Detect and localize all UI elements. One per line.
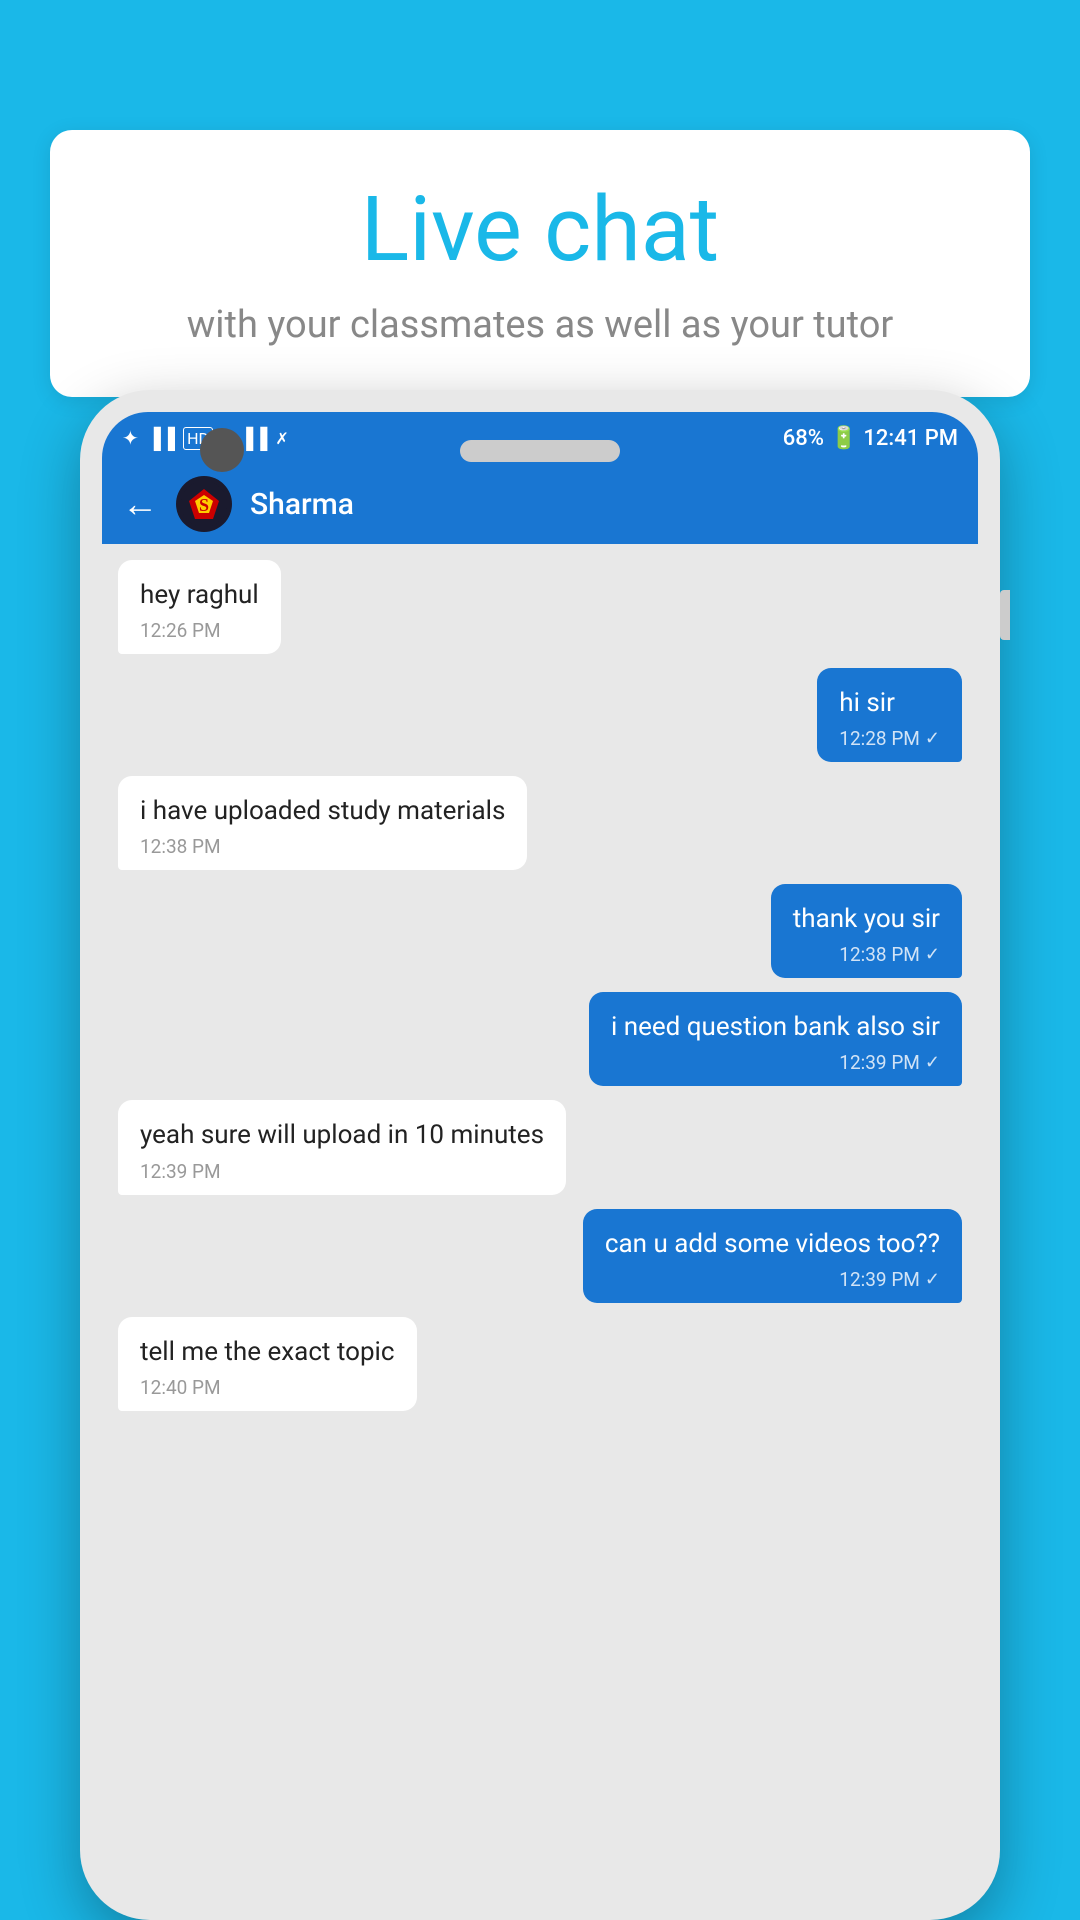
message-time: 12:39 PM [839,1268,920,1291]
message-meta: 12:28 PM✓ [839,727,940,750]
message-time: 12:38 PM [839,943,920,966]
message-meta: 12:26 PM [140,619,259,642]
chat-header: ← S Sharma [102,464,978,544]
message-meta: 12:39 PM✓ [605,1268,940,1291]
message-time: 12:40 PM [140,1376,221,1399]
message-bubble: hi sir 12:28 PM✓ [817,668,962,762]
message-checkmark: ✓ [925,1052,940,1073]
battery-percent: 68% [783,426,824,451]
message-text: yeah sure will upload in 10 minutes [140,1118,544,1153]
message-text: tell me the exact topic [140,1335,395,1370]
message-bubble: i need question bank also sir 12:39 PM✓ [589,992,962,1086]
message-time: 12:38 PM [140,835,221,858]
contact-name: Sharma [250,487,354,522]
message-checkmark: ✓ [925,728,940,749]
message-time: 12:26 PM [140,619,221,642]
time-display: 12:41 PM [863,426,958,451]
message-time: 12:39 PM [839,1051,920,1074]
message-checkmark: ✓ [925,1269,940,1290]
message-time: 12:39 PM [140,1160,221,1183]
message-row: can u add some videos too?? 12:39 PM✓ [118,1209,962,1303]
message-text: hey raghul [140,578,259,613]
message-text: hi sir [839,686,940,721]
message-meta: 12:38 PM [140,835,505,858]
message-text: i need question bank also sir [611,1010,940,1045]
message-row: tell me the exact topic 12:40 PM [118,1317,962,1411]
message-bubble: thank you sir 12:38 PM✓ [771,884,962,978]
message-meta: 12:39 PM✓ [611,1051,940,1074]
phone-outer: ✦ ▐▐ HD ▾ ▐▐ ✗ 68% 🔋 12:41 PM ← [80,390,1000,1920]
message-meta: 12:39 PM [140,1160,544,1183]
message-meta: 12:38 PM✓ [793,943,940,966]
message-bubble: yeah sure will upload in 10 minutes 12:39… [118,1100,566,1194]
message-row: i have uploaded study materials 12:38 PM [118,776,962,870]
status-bar-right: 68% 🔋 12:41 PM [783,426,958,451]
message-row: hey raghul 12:26 PM [118,560,962,654]
phone-speaker [460,440,620,462]
phone-camera [200,428,244,472]
speech-bubble: Live chat with your classmates as well a… [50,130,1030,397]
message-row: yeah sure will upload in 10 minutes 12:39… [118,1100,962,1194]
superman-logo-svg: S [181,481,227,527]
svg-text:S: S [199,495,209,515]
message-checkmark: ✓ [925,944,940,965]
battery-icon: 🔋 [830,426,857,451]
phone-screen: ✦ ▐▐ HD ▾ ▐▐ ✗ 68% 🔋 12:41 PM ← [102,412,978,1898]
back-button[interactable]: ← [122,483,158,525]
live-chat-title: Live chat [110,180,970,279]
message-row: i need question bank also sir 12:39 PM✓ [118,992,962,1086]
bluetooth-icon: ✦ [122,426,139,450]
message-bubble: i have uploaded study materials 12:38 PM [118,776,527,870]
message-bubble: hey raghul 12:26 PM [118,560,281,654]
live-chat-subtitle: with your classmates as well as your tut… [110,299,970,352]
signal-icon: ▐▐ [147,426,175,451]
data-icon: ✗ [275,429,288,448]
message-bubble: can u add some videos too?? 12:39 PM✓ [583,1209,962,1303]
message-text: can u add some videos too?? [605,1227,940,1262]
message-row: thank you sir 12:38 PM✓ [118,884,962,978]
avatar: S [176,476,232,532]
message-row: hi sir 12:28 PM✓ [118,668,962,762]
message-text: thank you sir [793,902,940,937]
message-time: 12:28 PM [839,727,920,750]
message-text: i have uploaded study materials [140,794,505,829]
phone-side-button [1000,590,1010,640]
chat-area[interactable]: hey raghul12:26 PMhi sir12:28 PM✓i have … [102,544,978,1427]
message-bubble: tell me the exact topic 12:40 PM [118,1317,417,1411]
phone-mockup: ✦ ▐▐ HD ▾ ▐▐ ✗ 68% 🔋 12:41 PM ← [80,390,1000,1920]
message-meta: 12:40 PM [140,1376,395,1399]
speech-bubble-container: Live chat with your classmates as well a… [50,130,1030,397]
